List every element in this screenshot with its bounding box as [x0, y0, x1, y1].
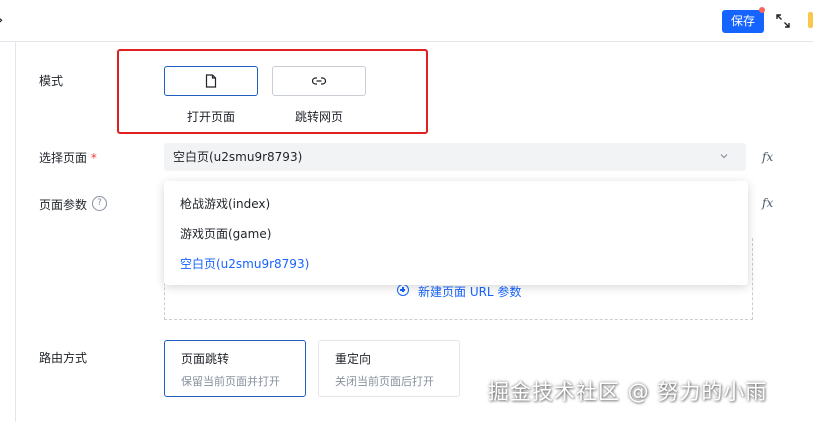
- dropdown-option-selected[interactable]: 空白页(u2smu9r8793): [180, 255, 309, 272]
- route-option-desc: 关闭当前页面后打开: [335, 375, 434, 388]
- add-circle-icon[interactable]: [397, 284, 409, 296]
- route-option-title: 重定向: [335, 352, 372, 366]
- page-params-label: 页面参数: [39, 198, 88, 212]
- panel-divider: [15, 41, 16, 422]
- link-icon: [312, 77, 326, 85]
- dropdown-option[interactable]: 游戏页面(game): [180, 225, 271, 242]
- dropdown-option[interactable]: 枪战游戏(index): [180, 195, 270, 212]
- route-option-title: 页面跳转: [181, 352, 230, 366]
- more-icon[interactable]: [808, 12, 813, 28]
- add-url-param-button[interactable]: 新建页面 URL 参数: [418, 283, 521, 300]
- fx-icon-params[interactable]: fx: [762, 196, 773, 210]
- select-page-label: 选择页面 *: [39, 149, 97, 166]
- route-label: 路由方式: [39, 351, 88, 365]
- page-dropdown: 枪战游戏(index) 游戏页面(game) 空白页(u2smu9r8793): [164, 181, 748, 285]
- mode-label: 模式: [39, 74, 64, 88]
- route-option-redirect[interactable]: 重定向 关闭当前页面后打开: [318, 340, 460, 397]
- help-icon[interactable]: ?: [92, 196, 107, 211]
- chevron-down-icon[interactable]: [718, 150, 730, 162]
- file-icon: [205, 74, 217, 88]
- mode-option-jump-web-label: 跳转网页: [294, 110, 343, 124]
- watermark: 掘金技术社区 @ 努力的小雨: [488, 380, 768, 404]
- mode-option-jump-web[interactable]: [272, 66, 366, 96]
- expand-icon[interactable]: [775, 13, 791, 29]
- fx-icon[interactable]: fx: [762, 150, 773, 164]
- required-mark: *: [90, 151, 97, 165]
- mode-option-open-page[interactable]: [164, 66, 258, 96]
- select-page-label-text: 选择页面: [39, 151, 88, 165]
- mode-option-open-page-label: 打开页面: [186, 110, 235, 124]
- unsaved-dot-badge: [759, 7, 765, 13]
- page-select[interactable]: 空白页(u2smu9r8793): [164, 143, 746, 171]
- back-chevron-icon[interactable]: ›: [0, 10, 3, 29]
- route-option-desc: 保留当前页面并打开: [181, 375, 280, 388]
- top-bar: [0, 0, 813, 42]
- save-button[interactable]: 保存: [722, 10, 764, 33]
- route-option-page-jump[interactable]: 页面跳转 保留当前页面并打开: [164, 340, 306, 397]
